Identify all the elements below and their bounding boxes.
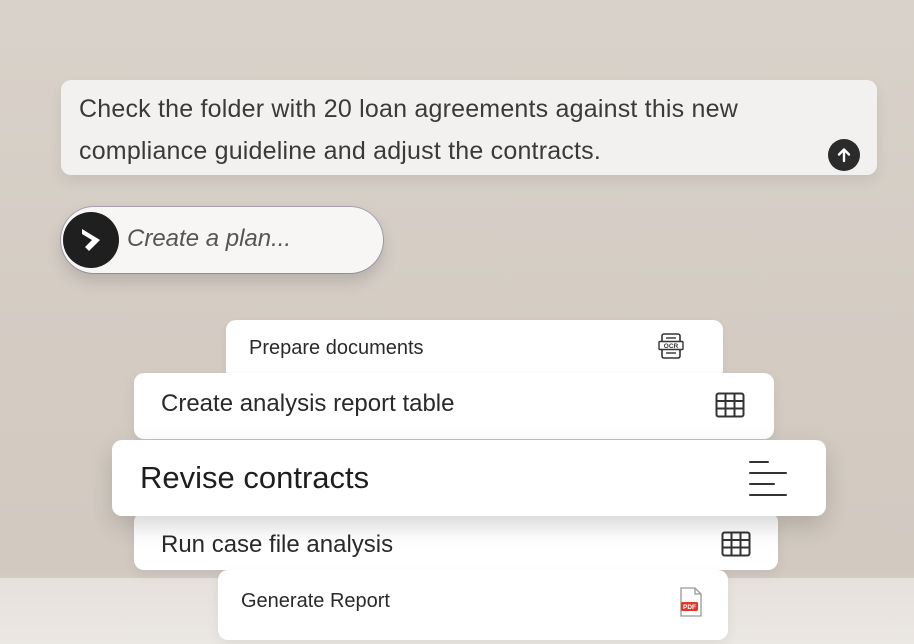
svg-text:PDF: PDF [683, 604, 696, 611]
table-icon [721, 531, 751, 557]
task-card-prepare-documents[interactable]: Prepare documents OCR [226, 320, 723, 380]
task-card-create-analysis-table[interactable]: Create analysis report table [134, 373, 774, 439]
task-label: Generate Report [241, 589, 390, 612]
task-card-generate-report[interactable]: Generate Report PDF [218, 570, 728, 640]
text-align-left-icon [749, 461, 787, 496]
task-label: Run case file analysis [161, 531, 394, 558]
create-plan-button[interactable]: Create a plan... [61, 207, 383, 273]
pdf-file-icon: PDF [680, 587, 702, 617]
ocr-document-icon: OCR [658, 333, 684, 359]
task-label: Create analysis report table [161, 390, 455, 417]
task-label: Prepare documents [249, 336, 424, 359]
task-card-revise-contracts[interactable]: Revise contracts [112, 440, 826, 516]
arrow-up-icon [837, 148, 851, 163]
plan-icon [63, 212, 119, 268]
task-card-run-case-file-analysis[interactable]: Run case file analysis [134, 512, 778, 570]
plan-label: Create a plan... [127, 225, 292, 252]
send-button[interactable] [828, 139, 860, 171]
table-icon [715, 392, 745, 418]
svg-text:OCR: OCR [664, 343, 679, 350]
prompt-box[interactable]: Check the folder with 20 loan agreements… [61, 80, 877, 175]
prompt-text: Check the folder with 20 loan agreements… [79, 95, 738, 165]
task-label: Revise contracts [140, 460, 370, 495]
chevron-right-icon [82, 229, 100, 251]
